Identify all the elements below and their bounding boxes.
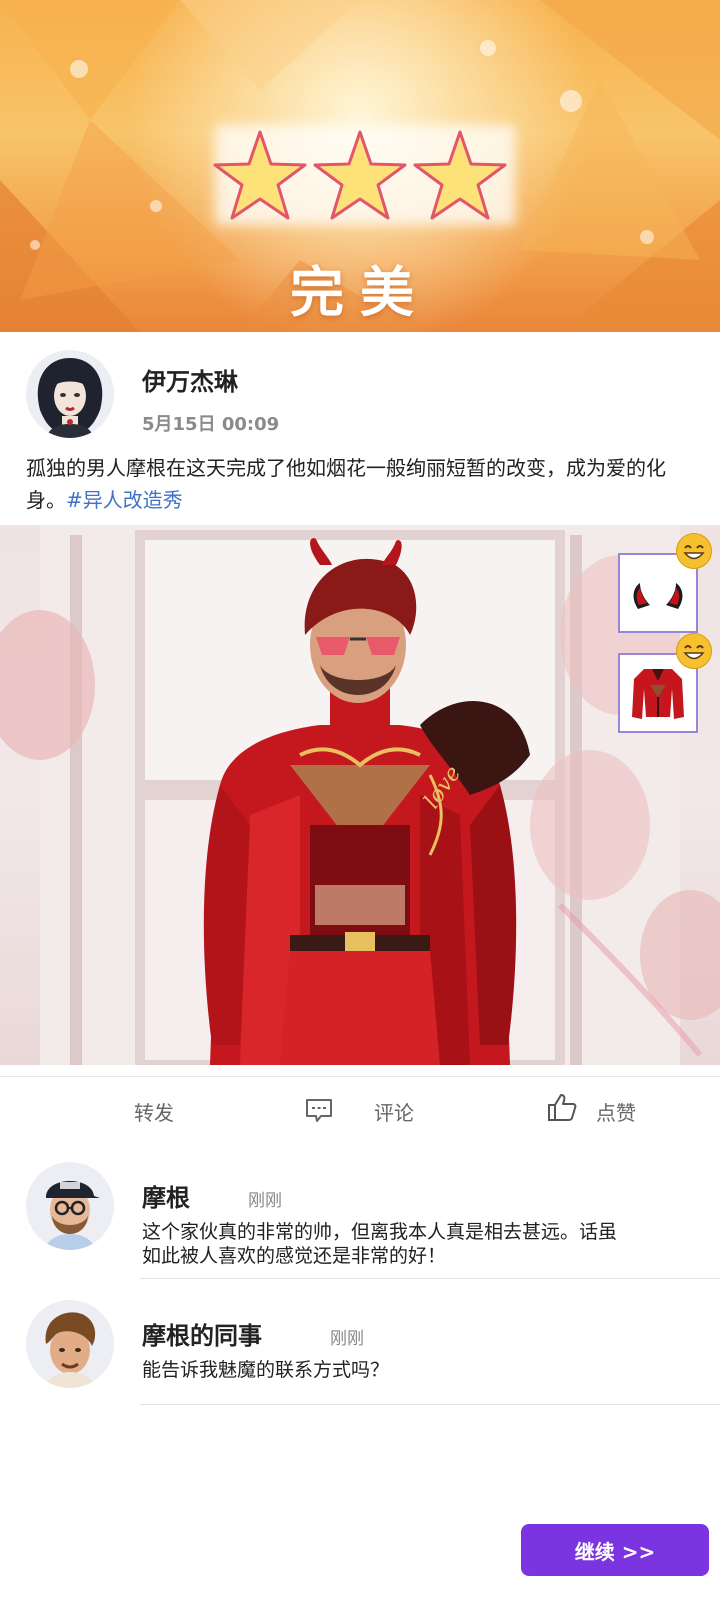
hashtag-link[interactable]: #异人改造秀 [66, 488, 183, 512]
star-icon [313, 130, 407, 220]
comment-avatar[interactable] [26, 1300, 114, 1388]
comment-author[interactable]: 摩根的同事 [142, 1316, 262, 1351]
rating-stars [213, 130, 507, 220]
continue-button[interactable]: 继续 >> [521, 1524, 709, 1576]
share-button[interactable]: 转发 [134, 1097, 174, 1126]
comment-time: 刚刚 [330, 1329, 364, 1349]
post-action-bar: 转发 评论 点赞 [0, 1076, 720, 1140]
comment-text-line: 这个家伙真的非常的帅，但离我本人真是相去甚远。话虽 [142, 1221, 618, 1243]
comment-author[interactable]: 摩根 [142, 1178, 190, 1213]
comment-time: 刚刚 [248, 1191, 282, 1211]
woman-portrait-icon [26, 350, 114, 438]
comment-text-line: 如此被人喜欢的感觉还是非常的好！ [142, 1245, 447, 1267]
sparkle [150, 200, 162, 212]
smiley-reaction-icon [676, 533, 712, 569]
sparkle [70, 60, 88, 78]
star-icon [413, 130, 507, 220]
post-body: 孤独的男人摩根在这天完成了他如烟花一般绚丽短暂的改变，成为爱的化身。#异人改造秀 [26, 452, 698, 516]
sparkle [480, 40, 496, 56]
comment-avatar[interactable] [26, 1162, 114, 1250]
character-illustration [0, 525, 720, 1065]
post-timestamp: 5月15日 00:09 [142, 414, 280, 435]
man-portrait-icon [26, 1300, 114, 1388]
post-author-name[interactable]: 伊万杰琳 [142, 362, 238, 397]
like-button[interactable]: 点赞 [596, 1097, 636, 1126]
comment-text: 能告诉我魅魔的联系方式吗？ [142, 1358, 702, 1382]
smiley-reaction-icon [676, 633, 712, 669]
comment-text: 这个家伙真的非常的帅，但离我本人真是相去甚远。话虽 如此被人喜欢的感觉还是非常的… [142, 1220, 702, 1268]
comment-divider [140, 1278, 720, 1279]
comment-text-line: 能告诉我魅魔的联系方式吗？ [142, 1359, 390, 1381]
star-icon [213, 130, 307, 220]
man-with-cap-icon [26, 1162, 114, 1250]
result-banner: 完美 [0, 0, 720, 332]
comment-divider [140, 1404, 720, 1405]
comment-icon[interactable] [304, 1097, 334, 1123]
post-image[interactable]: love [0, 525, 720, 1065]
sparkle [640, 230, 654, 244]
rating-label: 完美 [290, 261, 430, 324]
thumbs-up-icon[interactable] [546, 1091, 578, 1123]
post-author-avatar[interactable] [26, 350, 114, 438]
sparkle [560, 90, 582, 112]
comment-button[interactable]: 评论 [374, 1097, 414, 1126]
